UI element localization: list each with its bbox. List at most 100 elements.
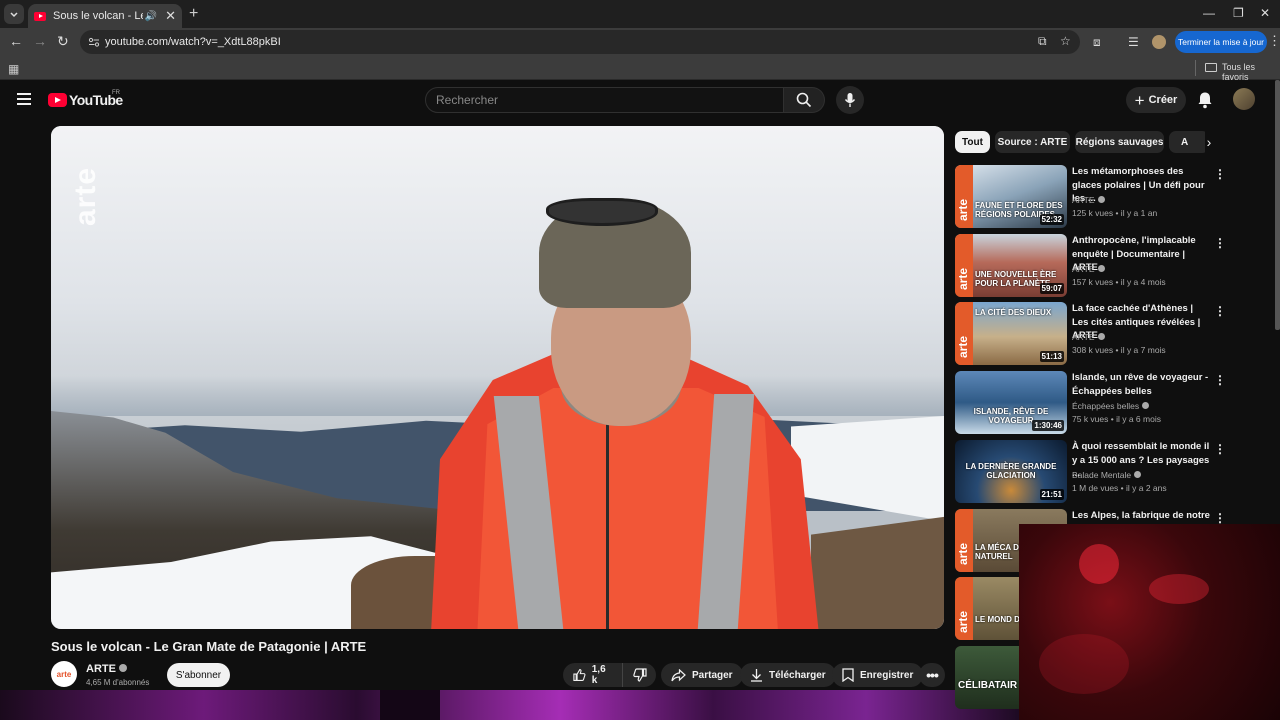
search-input[interactable] — [436, 93, 766, 107]
user-avatar[interactable] — [1233, 88, 1255, 110]
bookmark-star-icon[interactable]: ☆ — [1060, 34, 1071, 48]
recommendation-item[interactable]: arte LA CITÉ DES DIEUX 51:13 La face cac… — [955, 302, 1226, 368]
recommendation-meta: 125 k vues • il y a 1 an — [1072, 208, 1158, 218]
recommendation-item[interactable]: arte UNE NOUVELLE ÈRE POUR LA PLANÈTE 59… — [955, 234, 1226, 300]
close-tab-icon[interactable]: ✕ — [165, 8, 176, 24]
page-scrollbar[interactable] — [1275, 80, 1280, 330]
address-bar[interactable]: youtube.com/watch?v=_XdtL88pkBI ⧉ ☆ — [80, 30, 1080, 54]
url-text[interactable]: youtube.com/watch?v=_XdtL88pkBI — [105, 36, 281, 48]
webcam-overlay — [1019, 524, 1280, 720]
recommendation-channel[interactable]: ARTE — [1072, 264, 1105, 274]
recommendation-title[interactable]: Islande, un rêve de voyageur - Échappées… — [1072, 371, 1212, 398]
browser-menu-icon[interactable]: ⋮ — [1268, 33, 1280, 49]
new-tab-button[interactable]: + — [189, 5, 198, 23]
chevron-right-icon[interactable]: › — [1199, 131, 1219, 153]
install-app-icon[interactable]: ⧉ — [1038, 34, 1047, 49]
recommendation-item[interactable]: arte FAUNE ET FLORE DES RÉGIONS POLAIRES… — [955, 165, 1226, 231]
tab-youtube[interactable]: Sous le volcan - Le Gran Mate de Patagon… — [28, 4, 182, 28]
notifications-bell-icon[interactable] — [1197, 91, 1213, 109]
menu-icon[interactable] — [17, 93, 31, 105]
share-button[interactable]: Partager — [661, 663, 743, 687]
recommendation-channel[interactable]: Échappées belles — [1072, 401, 1150, 411]
bookmark-icon — [842, 668, 854, 682]
channel-name[interactable]: ARTE — [86, 663, 127, 675]
chip-source-arte[interactable]: Source : ARTE — [995, 131, 1070, 153]
recommendation-item[interactable]: LA DERNIÈRE GRANDE GLACIATION 21:51 À qu… — [955, 440, 1226, 506]
thumbnail[interactable]: arte UNE NOUVELLE ÈRE POUR LA PLANÈTE 59… — [955, 234, 1067, 297]
close-window-icon[interactable]: ✕ — [1260, 6, 1270, 20]
arte-logo: arte — [956, 335, 970, 358]
reload-icon[interactable]: ↻ — [57, 33, 69, 50]
recommendation-channel[interactable]: ARTE — [1072, 332, 1105, 342]
extensions-icon[interactable]: ⧈ — [1093, 35, 1101, 50]
back-icon[interactable]: ← — [9, 33, 23, 49]
dislike-button[interactable] — [622, 663, 656, 687]
recommendation-meta: 308 k vues • il y a 7 mois — [1072, 345, 1166, 355]
duration-badge: 52:32 — [1039, 214, 1064, 225]
more-vertical-icon[interactable]: ⋮ — [1214, 373, 1226, 387]
chip-regions-sauvages[interactable]: Régions sauvages — [1075, 131, 1164, 153]
recommendation-channel[interactable]: Balade Mentale — [1072, 470, 1142, 480]
tab-title: Sous le volcan - Le Gran Mate de Patagon… — [53, 10, 143, 22]
tab-search-button[interactable] — [4, 4, 24, 24]
create-label: Créer — [1148, 94, 1178, 106]
speaker-icon[interactable]: 🔊 — [145, 11, 157, 22]
more-actions-button[interactable]: ••• — [919, 663, 945, 687]
more-vertical-icon[interactable]: ⋮ — [1214, 236, 1226, 250]
plus-icon: + — [1134, 90, 1145, 110]
thumbnail-text: LA CITÉ DES DIEUX — [975, 308, 1052, 317]
video-player[interactable]: arte — [51, 126, 944, 629]
recommendation-channel[interactable]: ARTE — [1072, 195, 1105, 205]
thumbnail[interactable]: arte LA CITÉ DES DIEUX 51:13 — [955, 302, 1067, 365]
update-button[interactable]: Terminer la mise à jour — [1175, 31, 1267, 53]
subscribe-button[interactable]: S'abonner — [167, 663, 230, 687]
save-button[interactable]: Enregistrer — [832, 663, 924, 687]
browser-toolbar: ← → ↻ youtube.com/watch?v=_XdtL88pkBI ⧉ … — [0, 28, 1280, 56]
thumbnail[interactable]: LA DERNIÈRE GRANDE GLACIATION 21:51 — [955, 440, 1067, 503]
channel-avatar[interactable]: arte — [51, 661, 77, 687]
chip-tout[interactable]: Tout — [955, 131, 990, 153]
browser-tabstrip: Sous le volcan - Le Gran Mate de Patagon… — [0, 0, 1280, 28]
channel-label: ARTE — [1072, 332, 1095, 342]
restore-icon[interactable]: ❐ — [1233, 6, 1244, 20]
more-vertical-icon[interactable]: ⋮ — [1214, 304, 1226, 318]
download-button[interactable]: Télécharger — [740, 663, 836, 687]
arte-watermark: arte — [69, 166, 102, 226]
divider — [1195, 60, 1196, 76]
thumbnail[interactable]: ISLANDE, RÊVE DE VOYAGEUR 1:30:46 — [955, 371, 1067, 434]
microphone-icon — [844, 93, 856, 107]
youtube-play-icon — [48, 93, 67, 107]
profile-avatar[interactable] — [1152, 35, 1166, 49]
bottom-overlay-strip — [0, 690, 1019, 720]
light-glow — [1149, 574, 1209, 604]
arte-logo: arte — [956, 610, 970, 633]
search-button[interactable] — [784, 87, 825, 113]
more-vertical-icon[interactable]: ⋮ — [1214, 167, 1226, 181]
reading-list-icon[interactable]: ☰ — [1128, 35, 1139, 49]
arte-logo: arte — [956, 267, 970, 290]
apps-grid-icon[interactable]: ▦ — [8, 62, 19, 76]
recommendation-item[interactable]: ISLANDE, RÊVE DE VOYAGEUR 1:30:46 Island… — [955, 371, 1226, 437]
save-label: Enregistrer — [860, 669, 914, 681]
site-info-icon[interactable] — [88, 36, 100, 48]
arte-logo: arte — [956, 542, 970, 565]
folder-icon — [1205, 63, 1217, 72]
forward-icon[interactable]: → — [33, 33, 47, 49]
more-vertical-icon[interactable]: ⋮ — [1214, 442, 1226, 456]
voice-search-button[interactable] — [836, 86, 864, 114]
minimize-icon[interactable]: — — [1203, 6, 1215, 20]
all-bookmarks-link[interactable]: Tous les favoris — [1222, 62, 1280, 82]
like-button[interactable]: 1,6 k — [563, 663, 622, 687]
verified-icon — [1142, 402, 1150, 409]
create-button[interactable]: + Créer — [1126, 87, 1186, 113]
channel-avatar-text: arte — [56, 669, 72, 679]
thumbnail[interactable]: arte FAUNE ET FLORE DES RÉGIONS POLAIRES… — [955, 165, 1067, 228]
download-label: Télécharger — [769, 669, 826, 681]
recommendation-meta: 75 k vues • il y a 6 mois — [1072, 414, 1161, 424]
recommendation-title[interactable]: Les Alpes, la fabrique de notre — [1072, 509, 1212, 523]
more-vertical-icon[interactable]: ⋮ — [1214, 511, 1226, 525]
video-frame-sunglasses — [546, 198, 658, 226]
share-label: Partager — [692, 669, 733, 681]
like-count: 1,6 k — [591, 664, 606, 686]
light-glow — [1079, 544, 1119, 584]
